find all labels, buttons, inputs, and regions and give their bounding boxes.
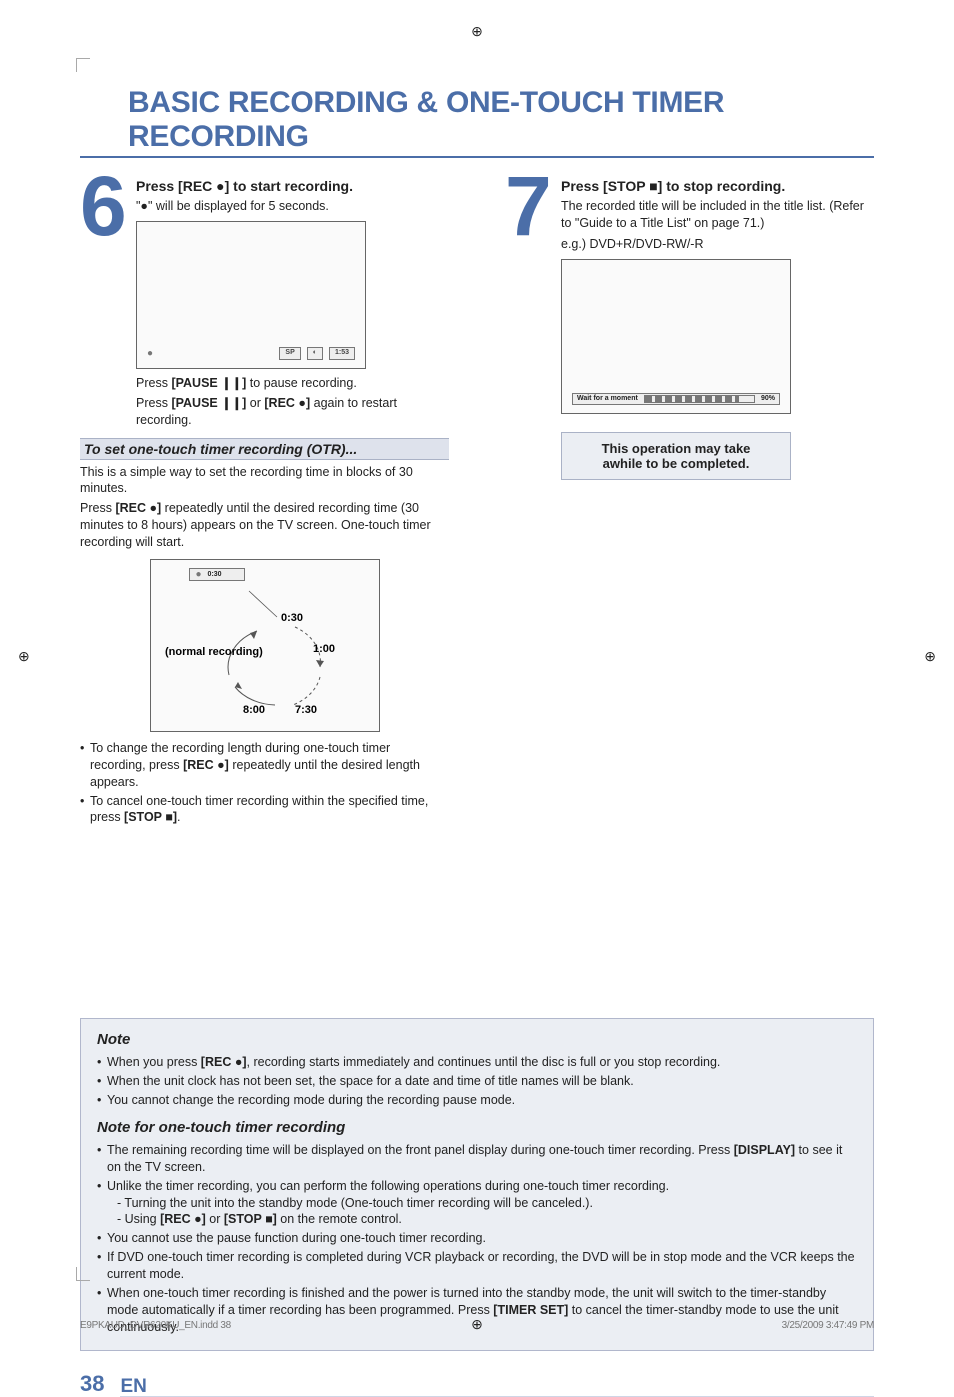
ring-label-normal: (normal recording) (165, 646, 263, 658)
rec-button-label: [REC ●] (201, 1055, 247, 1069)
text: Press (136, 376, 171, 390)
otr-ring-preview: ● 0:30 0:30 1:00 7:30 8:00 (150, 559, 380, 732)
ring-label-100: 1:00 (313, 643, 335, 655)
ring-label-030: 0:30 (281, 612, 303, 624)
text: or (246, 396, 264, 410)
osd-sp-badge: SP (279, 347, 300, 360)
note-heading-2: Note for one-touch timer recording (97, 1117, 857, 1138)
page-number: 38 (80, 1371, 104, 1397)
ring-label-800: 8:00 (243, 704, 265, 716)
text: to stop recording. (662, 178, 785, 194)
note-heading: Note (97, 1029, 857, 1050)
otr-strip-time: 0:30 (208, 571, 222, 578)
timer-set-button-label: [TIMER SET] (493, 1303, 568, 1317)
registration-mark-icon: ⊕ (471, 23, 483, 40)
otr-intro: This is a simple way to set the recordin… (80, 464, 449, 498)
text: Press (561, 178, 603, 194)
text: The remaining recording time will be dis… (107, 1143, 734, 1157)
print-file: E9PKAUD_DVR620KU_EN.indd 38 (80, 1320, 231, 1331)
otr-steps: Press [REC ●] repeatedly until the desir… (80, 500, 449, 551)
step6-title: Press [REC ●] to start recording. (136, 178, 449, 194)
wait-label: Wait for a moment (577, 395, 638, 402)
text: Press (136, 396, 171, 410)
display-button-label: [DISPLAY] (734, 1143, 795, 1157)
osd-time-badge: 1:53 (329, 347, 355, 360)
pause-button-label: [PAUSE ❙❙] (171, 376, 246, 390)
page-title: BASIC RECORDING & ONE-TOUCH TIMER RECORD… (80, 58, 874, 158)
restart-instruction: Press [PAUSE ❙❙] or [REC ●] again to res… (136, 395, 449, 429)
note-item: Unlike the timer recording, you can perf… (97, 1178, 857, 1229)
text: . (177, 810, 180, 824)
otr-bullet-change: To change the recording length during on… (80, 740, 449, 791)
rec-button-label: [REC ●] (115, 501, 161, 515)
pause-button-label: [PAUSE ❙❙] (171, 396, 246, 410)
note-item: If DVD one-touch timer recording is comp… (97, 1249, 857, 1283)
step-number-7: 7 (505, 176, 555, 480)
otr-heading: To set one-touch timer recording (OTR)..… (80, 438, 449, 460)
crop-mark (76, 1267, 90, 1281)
rec-button-label: [REC ●] (264, 396, 310, 410)
otr-bullet-cancel: To cancel one-touch timer recording with… (80, 793, 449, 827)
rec-button-label: [REC ●] (160, 1212, 206, 1226)
rec-button-label: [REC ●] (183, 758, 229, 772)
note-item: You cannot change the recording mode dur… (97, 1092, 857, 1109)
callout-line: This operation may take (582, 441, 770, 456)
step7-title: Press [STOP ■] to stop recording. (561, 178, 874, 194)
text: , recording starts immediately and conti… (247, 1055, 721, 1069)
note-sub: - Turning the unit into the standby mode… (107, 1195, 857, 1212)
pct-label: 90% (761, 395, 775, 402)
text: to start recording. (229, 178, 353, 194)
record-dot-icon: ● (147, 348, 153, 359)
print-date: 3/25/2009 3:47:49 PM (782, 1320, 874, 1331)
note-item: When the unit clock has not been set, th… (97, 1073, 857, 1090)
note-sub: - Using [REC ●] or [STOP ■] on the remot… (107, 1211, 857, 1228)
osd-disc-icon: ◐ (307, 347, 323, 360)
callout-line: awhile to be completed. (582, 456, 770, 471)
ring-label-730: 7:30 (295, 704, 317, 716)
osd-preview: ● SP ◐ 1:53 (136, 221, 366, 369)
progress-bar (644, 395, 755, 403)
osd-preview-progress: Wait for a moment 90% (561, 259, 791, 414)
text: to pause recording. (246, 376, 357, 390)
completion-callout: This operation may take awhile to be com… (561, 432, 791, 480)
registration-mark-icon: ⊕ (18, 648, 30, 665)
text: or (206, 1212, 224, 1226)
pause-instruction: Press [PAUSE ❙❙] to pause recording. (136, 375, 449, 392)
text: Press (80, 501, 115, 515)
note-item: You cannot use the pause function during… (97, 1230, 857, 1247)
text: on the remote control. (277, 1212, 402, 1226)
registration-mark-icon: ⊕ (471, 1316, 483, 1333)
text: Press (136, 178, 178, 194)
rec-button-label: [REC ●] (178, 178, 229, 194)
stop-button-label: [STOP ■] (603, 178, 662, 194)
page-language: EN (120, 1377, 874, 1397)
step6-subtext: "●" will be displayed for 5 seconds. (136, 198, 449, 215)
text: - Using (117, 1212, 160, 1226)
stop-button-label: [STOP ■] (224, 1212, 277, 1226)
text: Unlike the timer recording, you can perf… (107, 1179, 669, 1193)
note-item: When you press [REC ●], recording starts… (97, 1054, 857, 1071)
otr-ring-diagram: 0:30 1:00 7:30 8:00 (normal recording) (165, 587, 365, 717)
note-box: Note When you press [REC ●], recording s… (80, 1018, 874, 1350)
crop-mark (76, 58, 90, 72)
note-item: The remaining recording time will be dis… (97, 1142, 857, 1176)
step7-eg: e.g.) DVD+R/DVD-RW/-R (561, 236, 874, 253)
step-number-6: 6 (80, 176, 130, 432)
step7-text1: The recorded title will be included in t… (561, 198, 874, 232)
text: When you press (107, 1055, 201, 1069)
registration-mark-icon: ⊕ (924, 648, 936, 665)
record-dot-icon: ● (196, 569, 202, 580)
stop-button-label: [STOP ■] (124, 810, 177, 824)
